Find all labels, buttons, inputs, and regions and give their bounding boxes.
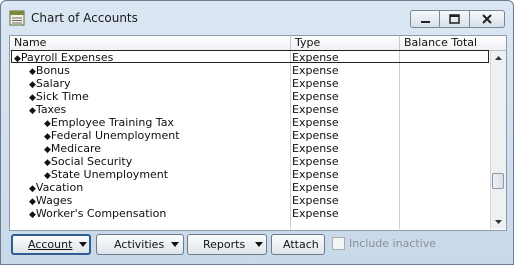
account-name: Vacation: [35, 181, 84, 194]
title-bar[interactable]: Chart of Accounts: [1, 1, 513, 35]
account-type-cell: Expense: [292, 155, 339, 168]
activities-menu-button[interactable]: Activities: [96, 234, 184, 255]
account-name: Worker's Compensation: [35, 207, 167, 220]
minimize-button[interactable]: [410, 10, 440, 28]
diamond-bullet-icon: ◆: [29, 210, 36, 220]
scrollbar-thumb[interactable]: [492, 173, 504, 189]
include-inactive-checkbox[interactable]: [332, 237, 345, 250]
dropdown-caret-icon: [255, 242, 263, 247]
table-row[interactable]: ◆Vacation Expense: [10, 181, 490, 194]
diamond-bullet-icon: ◆: [29, 106, 36, 116]
account-name-cell: ◆Bonus: [29, 64, 70, 77]
table-row[interactable]: ◆Salary Expense: [10, 77, 490, 90]
diamond-bullet-icon: ◆: [44, 132, 51, 142]
diamond-bullet-icon: ◆: [44, 158, 51, 168]
account-name-cell: ◆Social Security: [44, 155, 132, 168]
scroll-down-arrow-icon[interactable]: [491, 215, 506, 229]
maximize-icon: [449, 14, 460, 24]
account-type-cell: Expense: [292, 116, 339, 129]
account-name: State Unemployment: [50, 168, 169, 181]
dropdown-caret-icon: [79, 242, 87, 247]
account-name-cell: ◆Taxes: [29, 103, 66, 116]
account-name-cell: ◆Vacation: [29, 181, 83, 194]
chart-of-accounts-icon: [9, 10, 25, 26]
dropdown-caret-icon: [171, 242, 179, 247]
diamond-bullet-icon: ◆: [44, 145, 51, 155]
diamond-bullet-icon: ◆: [29, 93, 36, 103]
minimize-icon: [421, 21, 430, 23]
reports-button-label: Reports: [203, 238, 246, 251]
include-inactive-label: Include inactive: [349, 237, 437, 250]
table-row[interactable]: ◆Taxes Expense: [10, 103, 490, 116]
account-type-cell: Expense: [292, 194, 339, 207]
account-name-cell: ◆Wages: [29, 194, 72, 207]
table-row[interactable]: ◆State Unemployment Expense: [10, 168, 490, 181]
table-row[interactable]: ◆Employee Training Tax Expense: [10, 116, 490, 129]
diamond-bullet-icon: ◆: [44, 119, 51, 129]
table-row[interactable]: ◆Wages Expense: [10, 194, 490, 207]
account-name: Employee Training Tax: [50, 116, 174, 129]
diamond-bullet-icon: ◆: [29, 80, 36, 90]
list-header: Name Type Balance Total: [10, 36, 506, 51]
account-type-cell: Expense: [292, 129, 339, 142]
account-name-cell: ◆Sick Time: [29, 90, 89, 103]
table-row[interactable]: ◆Bonus Expense: [10, 64, 490, 77]
diamond-bullet-icon: ◆: [44, 171, 51, 181]
account-type-cell: Expense: [292, 77, 339, 90]
account-type-cell: Expense: [292, 207, 339, 220]
account-name: Salary: [35, 77, 71, 90]
account-type-cell: Expense: [292, 64, 339, 77]
table-row[interactable]: ◆Sick Time Expense: [10, 90, 490, 103]
chart-of-accounts-window: Chart of Accounts Name Type Balance Tota…: [0, 0, 514, 265]
account-type-cell: Expense: [292, 103, 339, 116]
accounts-list[interactable]: Name Type Balance Total ◆Payroll Expense…: [9, 35, 507, 231]
window-title: Chart of Accounts: [31, 11, 138, 25]
activities-button-label: Activities: [114, 238, 165, 251]
column-header-name[interactable]: Name: [10, 36, 290, 50]
table-row[interactable]: ◆Social Security Expense: [10, 155, 490, 168]
account-name: Wages: [35, 194, 73, 207]
table-row[interactable]: ◆Medicare Expense: [10, 142, 490, 155]
vertical-scrollbar[interactable]: [490, 51, 506, 229]
column-header-balance-total[interactable]: Balance Total: [400, 36, 490, 50]
account-type-cell: Expense: [292, 168, 339, 181]
reports-menu-button[interactable]: Reports: [187, 234, 267, 255]
account-type-cell: Expense: [292, 181, 339, 194]
close-button[interactable]: [470, 10, 505, 28]
account-name-cell: ◆Worker's Compensation: [29, 207, 166, 220]
diamond-bullet-icon: ◆: [29, 197, 36, 207]
diamond-bullet-icon: ◆: [29, 184, 36, 194]
account-name-cell: ◆Medicare: [44, 142, 101, 155]
account-menu-button[interactable]: Account: [11, 234, 91, 255]
attach-button[interactable]: Attach: [271, 234, 325, 255]
account-button-label: Account: [28, 238, 73, 251]
close-icon: [482, 14, 492, 24]
account-name: Bonus: [35, 64, 70, 77]
account-name: Social Security: [50, 155, 133, 168]
account-name-cell: ◆State Unemployment: [44, 168, 168, 181]
account-name-cell: ◆Salary: [29, 77, 70, 90]
account-type-cell: Expense: [292, 90, 339, 103]
scroll-up-arrow-icon[interactable]: [491, 51, 506, 65]
maximize-button[interactable]: [440, 10, 470, 28]
account-name: Sick Time: [35, 90, 89, 103]
account-name: Federal Unemployment: [50, 129, 180, 142]
table-row[interactable]: ◆Worker's Compensation Expense: [10, 207, 490, 220]
diamond-bullet-icon: ◆: [29, 67, 36, 77]
account-name: Medicare: [50, 142, 102, 155]
account-name-cell: ◆Federal Unemployment: [44, 129, 180, 142]
attach-button-label: Attach: [283, 238, 319, 251]
account-name-cell: ◆Employee Training Tax: [44, 116, 174, 129]
account-type-cell: Expense: [292, 142, 339, 155]
account-name: Taxes: [35, 103, 67, 116]
column-header-type[interactable]: Type: [291, 36, 399, 50]
selected-row-focus: [11, 50, 489, 63]
table-row[interactable]: ◆Federal Unemployment Expense: [10, 129, 490, 142]
